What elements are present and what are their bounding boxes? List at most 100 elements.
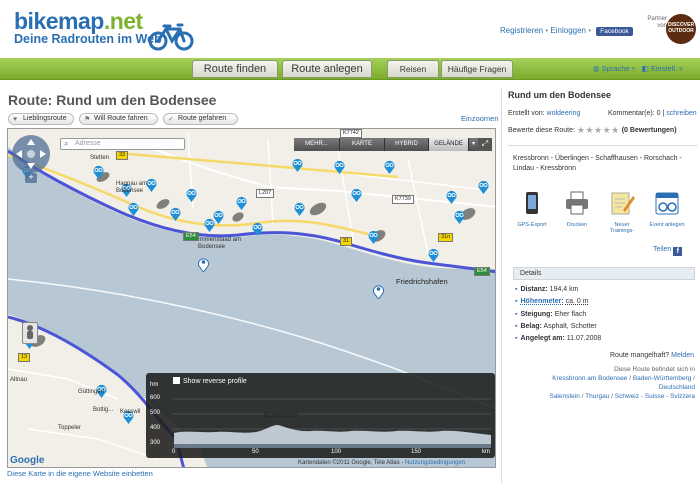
route-marker-icon[interactable] [446, 189, 457, 204]
discover-outdoor-logo[interactable]: DISCOVER OUTDOOR [666, 14, 696, 44]
tab-route-anlegen[interactable]: Route anlegen [282, 60, 372, 78]
new-training-button[interactable]: Neuer Trainings- [603, 190, 641, 235]
want-to-ride-button[interactable]: ⚑ Will Route fahren [79, 113, 158, 125]
map-type-terrain[interactable]: GELÄNDE [429, 138, 469, 151]
embed-map-link[interactable]: Diese Karte in die eigene Website einbet… [7, 469, 153, 478]
route-marker-icon[interactable] [334, 159, 345, 174]
logo-tld: .net [103, 8, 143, 34]
route-marker-icon[interactable] [478, 179, 489, 194]
print-button[interactable]: Drucken [558, 190, 596, 228]
route-marker-icon[interactable] [93, 164, 104, 179]
author-link[interactable]: woldeering [547, 110, 581, 117]
printer-icon [566, 191, 588, 215]
report-link[interactable]: Melden [671, 352, 694, 359]
map-type-map[interactable]: KARTE [340, 138, 385, 151]
facebook-login-button[interactable]: Facebook [596, 27, 633, 36]
route-marker-icon[interactable] [186, 187, 197, 202]
place-label-immenstaad: Immenstaad am Bodensee [198, 237, 242, 250]
gps-export-button[interactable]: GPS-Export [513, 190, 551, 228]
share-button[interactable]: Teilen f [653, 246, 683, 256]
tab-reisen[interactable]: Reisen [387, 60, 439, 78]
fullscreen-icon[interactable]: ⤢ [478, 138, 492, 151]
street-view-pegman-icon[interactable] [22, 322, 38, 344]
site-logo[interactable]: bikemap.net Deine Radrouten im Web [14, 8, 162, 47]
elevation-profile: Show reverse profile hm 600 500 400 300 … [146, 373, 495, 458]
logo-tagline: Deine Radrouten im Web [14, 32, 162, 46]
elev-y-tick: 400 [150, 425, 161, 431]
detail-altitude: ▪ Höhenmeter: ca. 0 m [515, 298, 589, 305]
created-by-row: Erstellt von: woldeering [508, 110, 581, 117]
write-comment-link[interactable]: schreiben [666, 110, 696, 117]
nav-utility-links: ◍ Sprache ▿ ◧ Einstell. ▿ [593, 64, 683, 73]
register-link[interactable]: Registrieren [500, 26, 543, 35]
route-marker-icon[interactable] [428, 247, 439, 262]
terms-link[interactable]: Nutzungsbedingungen [405, 460, 465, 466]
facebook-icon: f [673, 247, 683, 256]
location-link[interactable]: Baden-Württemberg [633, 375, 692, 382]
detail-created-date: ▪ Angelegt am: 11.07.2008 [515, 335, 602, 342]
panel-route-title: Rund um den Bodensee [508, 90, 612, 100]
route-places: Kressbronn - Überlingen - Schaffhausen -… [513, 155, 682, 172]
language-link[interactable]: Sprache [602, 64, 630, 73]
road-shield: 13 [18, 353, 31, 362]
location-link[interactable]: Kressbronn am Bodensee [552, 375, 627, 382]
calendar-bike-icon [655, 192, 679, 215]
main-navigation: Route finden Route anlegen Reisen Häufig… [0, 58, 700, 80]
route-ridden-button[interactable]: ✓ Route gefahren [163, 113, 238, 125]
location-link[interactable]: Thurgau [585, 393, 609, 400]
route-marker-icon[interactable] [170, 206, 181, 221]
route-actions: GPS-Export Drucken Neuer Trainings- Even… [508, 190, 698, 250]
route-marker-icon[interactable] [292, 157, 303, 172]
location-link[interactable]: Deutschland [659, 384, 695, 391]
route-marker-icon[interactable] [252, 221, 263, 236]
notepad-pencil-icon [611, 192, 635, 215]
road-shield: 31 [340, 237, 353, 246]
settings-icon: ◧ [641, 64, 649, 73]
place-label-kesswil: Kesswil [120, 409, 141, 415]
route-marker-icon[interactable] [368, 229, 379, 244]
map-address-search[interactable]: ⌕ Adresse [60, 138, 185, 150]
waypoint-pin-icon[interactable] [373, 284, 384, 299]
site-header: bikemap.net Deine Radrouten im Web Regis… [0, 0, 700, 58]
settings-link[interactable]: Einstell. [651, 64, 677, 73]
road-shield: E54 [183, 232, 199, 241]
route-marker-icon[interactable] [294, 201, 305, 216]
favorite-route-button[interactable]: ♥ Lieblingsroute [8, 113, 74, 125]
map-type-more[interactable]: MEHR... [294, 138, 340, 151]
road-shield: K7742 [340, 129, 362, 138]
elev-x-tick: 0 [172, 449, 176, 455]
zoom-in-link[interactable]: Einzoomen [461, 114, 499, 123]
route-marker-icon[interactable] [236, 195, 247, 210]
google-logo[interactable]: Google [10, 455, 44, 466]
place-label-hagnau: Hagnau am Bodensee [116, 181, 148, 194]
route-info-panel: Rund um den Bodensee Erstellt von: wolde… [508, 90, 698, 400]
road-shield: K7739 [392, 195, 414, 204]
route-marker-icon[interactable] [384, 159, 395, 174]
waypoint-pin-icon[interactable] [198, 257, 209, 272]
elev-y-tick: 500 [150, 410, 161, 416]
map-type-selector: MEHR... KARTE HYBRID GELÄNDE ▾ [294, 138, 479, 151]
route-marker-icon[interactable] [128, 201, 139, 216]
map-type-hybrid[interactable]: HYBRID [385, 138, 429, 151]
map-pan-control[interactable] [12, 135, 50, 173]
elev-y-tick: 600 [150, 395, 161, 401]
place-label-guettingen: Güttingen [78, 389, 105, 395]
map-attribution: Kartendaten ©2011 Google, Tele Atlas - N… [298, 460, 466, 466]
tab-route-finden[interactable]: Route finden [192, 60, 278, 78]
login-link[interactable]: Einloggen [550, 26, 586, 35]
elev-x-tick: 100 [331, 449, 342, 455]
route-marker-icon[interactable] [351, 187, 362, 202]
checkmark-icon: ✓ [168, 116, 174, 123]
zoom-in-button[interactable]: + [25, 173, 37, 183]
route-marker-icon[interactable] [454, 209, 465, 224]
location-link[interactable]: Schweiz - Suisse - Svizzera [615, 393, 695, 400]
route-marker-icon[interactable] [213, 209, 224, 224]
road-shield: L207 [256, 189, 275, 198]
rating-stars[interactable]: ★★★★★ [577, 125, 620, 136]
tab-haeufige-fragen[interactable]: Häufige Fragen [441, 60, 513, 78]
route-map[interactable]: Stetten Hagnau am Bodensee Immenstaad am… [7, 128, 496, 468]
location-link[interactable]: Salenstein [549, 393, 579, 400]
elevation-chart [172, 398, 491, 448]
create-event-button[interactable]: Event anlegen [648, 190, 686, 228]
elev-x-tick: 50 [252, 449, 259, 455]
